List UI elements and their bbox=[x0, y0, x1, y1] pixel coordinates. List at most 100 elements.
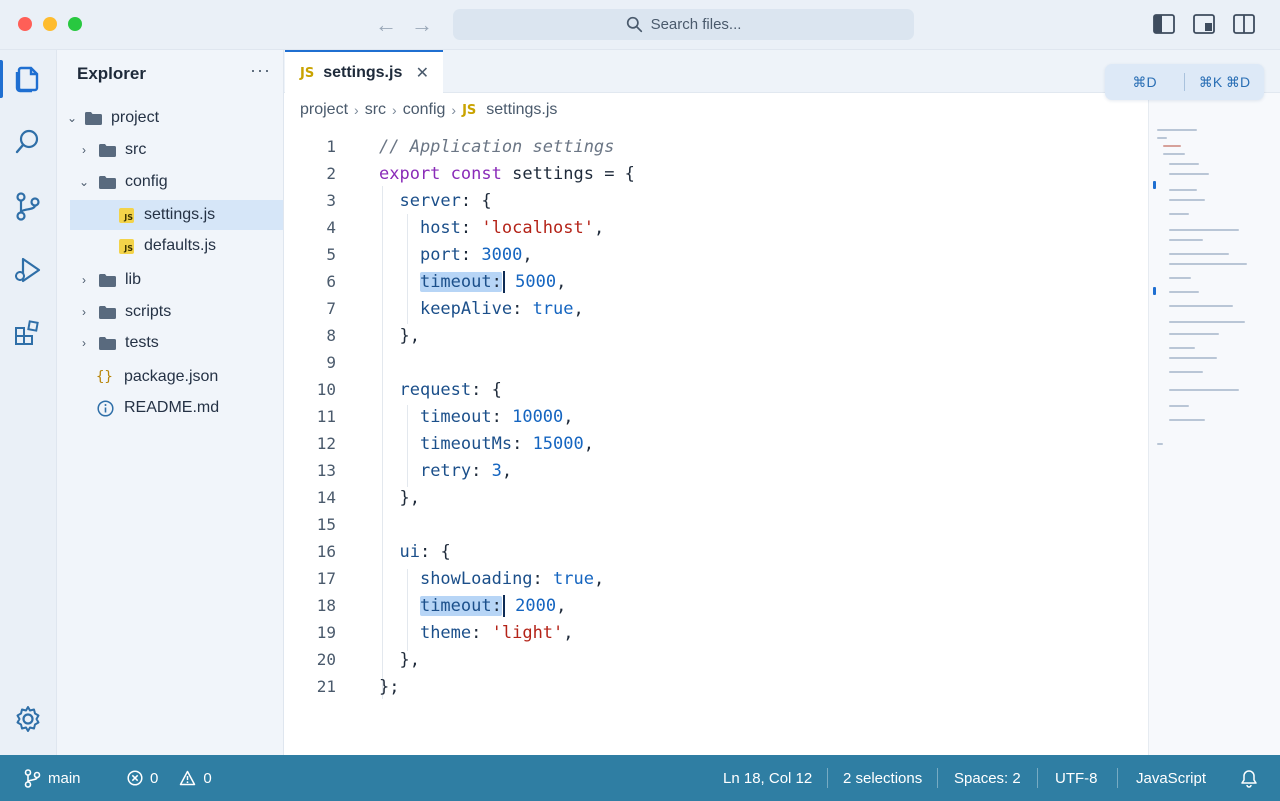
line-number: 14 bbox=[316, 488, 336, 507]
breadcrumb: project › src › config › JS settings.js bbox=[300, 100, 557, 120]
line-number: 6 bbox=[326, 272, 336, 291]
tree-item-label: package.json bbox=[124, 368, 219, 385]
code-line: 15 bbox=[284, 511, 1144, 538]
branch-indicator[interactable]: main bbox=[24, 755, 81, 801]
code-line: 8 }, bbox=[284, 322, 1144, 349]
problems-indicator[interactable]: 0 0 bbox=[127, 755, 212, 801]
code-line: 1// Application settings bbox=[284, 133, 1144, 160]
language-mode[interactable]: JavaScript bbox=[1136, 755, 1206, 801]
line-number: 9 bbox=[326, 353, 336, 372]
toggle-panel-icon[interactable] bbox=[1193, 14, 1215, 34]
run-debug-icon[interactable] bbox=[12, 254, 44, 286]
toggle-sidebar-icon[interactable] bbox=[1153, 14, 1175, 34]
breadcrumb-item[interactable]: config bbox=[403, 101, 446, 119]
minimap-line bbox=[1169, 229, 1239, 231]
code-line: 9 bbox=[284, 349, 1144, 376]
search-files-input[interactable]: Search files... bbox=[453, 9, 914, 40]
minimize-window-button[interactable] bbox=[43, 17, 57, 31]
tree-item-package-json[interactable]: {} package.json bbox=[57, 362, 283, 392]
cursor-position[interactable]: Ln 18, Col 12 bbox=[723, 755, 812, 801]
code-line: 19 theme: 'light', bbox=[284, 619, 1144, 646]
tree-item-readme[interactable]: README.md bbox=[57, 393, 283, 423]
tree-item-scripts[interactable]: › scripts bbox=[57, 297, 283, 327]
code-line: 21}; bbox=[284, 673, 1144, 700]
close-tab-icon[interactable]: ✕ bbox=[416, 63, 429, 83]
minimap-line bbox=[1169, 253, 1229, 255]
minimap-line bbox=[1169, 263, 1247, 265]
editor-area: JS settings.js ✕ ⌘D ⌘K ⌘D project › src … bbox=[284, 50, 1280, 755]
indentation-setting[interactable]: Spaces: 2 bbox=[954, 755, 1021, 801]
tree-item-src[interactable]: › src bbox=[57, 135, 283, 165]
tree-item-config[interactable]: ⌄ config bbox=[57, 167, 283, 197]
tree-item-lib[interactable]: › lib bbox=[57, 265, 283, 295]
notifications-bell-icon[interactable] bbox=[1240, 755, 1258, 801]
code-line: 17 showLoading: true, bbox=[284, 565, 1144, 592]
minimap[interactable] bbox=[1148, 93, 1280, 755]
minimap-line bbox=[1157, 129, 1197, 131]
toggle-secondary-sidebar-icon[interactable] bbox=[1233, 14, 1255, 34]
chevron-right-icon: › bbox=[82, 336, 86, 350]
minimap-line bbox=[1169, 189, 1197, 191]
tree-item-project[interactable]: ⌄ project bbox=[57, 103, 283, 133]
code-line: 20 }, bbox=[284, 646, 1144, 673]
chevron-right-icon: › bbox=[82, 143, 86, 157]
tab-bar: JS settings.js ✕ ⌘D ⌘K ⌘D bbox=[284, 50, 1280, 100]
tree-item-label: lib bbox=[125, 271, 142, 288]
chevron-right-icon: › bbox=[82, 273, 86, 287]
line-number: 20 bbox=[316, 650, 336, 669]
tab-settings-js[interactable]: JS settings.js ✕ bbox=[285, 50, 443, 94]
selection-count[interactable]: 2 selections bbox=[843, 755, 922, 801]
minimap-line bbox=[1157, 443, 1163, 445]
code-line: 3 server: { bbox=[284, 187, 1144, 214]
minimap-line bbox=[1169, 405, 1189, 407]
git-branch-icon bbox=[24, 768, 41, 788]
folder-icon bbox=[85, 111, 102, 125]
breadcrumb-item[interactable]: settings.js bbox=[486, 101, 557, 119]
encoding-setting[interactable]: UTF-8 bbox=[1055, 755, 1098, 801]
tree-item-tests[interactable]: › tests bbox=[57, 328, 283, 358]
bell-icon bbox=[1241, 769, 1257, 788]
tree-item-label: src bbox=[125, 141, 147, 158]
app-window: ← → Search files... Explorer ··· ⌄ proje… bbox=[0, 0, 1280, 801]
breadcrumb-item[interactable]: project bbox=[300, 101, 348, 119]
more-actions-icon[interactable]: ··· bbox=[250, 60, 271, 81]
folder-icon bbox=[99, 336, 116, 350]
tree-item-settings-js[interactable]: JS settings.js bbox=[70, 200, 283, 230]
sidebar-title: Explorer bbox=[77, 64, 146, 83]
tree-item-defaults-js[interactable]: JS defaults.js bbox=[57, 231, 283, 261]
line-number: 21 bbox=[316, 677, 336, 696]
code-line: 7 keepAlive: true, bbox=[284, 295, 1144, 322]
files-icon[interactable] bbox=[12, 62, 44, 94]
line-number: 18 bbox=[316, 596, 336, 615]
arrow-right-icon[interactable]: → bbox=[408, 11, 436, 39]
close-window-button[interactable] bbox=[18, 17, 32, 31]
divider bbox=[1037, 768, 1038, 788]
search-icon[interactable] bbox=[12, 126, 44, 158]
tree-item-label: tests bbox=[125, 334, 159, 351]
minimap-line bbox=[1169, 213, 1189, 215]
breadcrumb-item[interactable]: src bbox=[365, 101, 386, 119]
divider bbox=[827, 768, 828, 788]
arrow-left-icon[interactable]: ← bbox=[372, 11, 400, 39]
settings-gear-icon[interactable] bbox=[12, 703, 44, 735]
line-number: 2 bbox=[326, 164, 336, 183]
search-placeholder: Search files... bbox=[650, 16, 742, 33]
divider bbox=[937, 768, 938, 788]
line-number: 13 bbox=[316, 461, 336, 480]
branch-name: main bbox=[48, 769, 81, 787]
line-number: 3 bbox=[326, 191, 336, 210]
code-line: 2 export const settings = { bbox=[284, 160, 1144, 187]
indentation-label: Spaces: 2 bbox=[954, 769, 1021, 787]
minimap-line bbox=[1169, 357, 1217, 359]
search-icon bbox=[626, 16, 642, 33]
json-file-icon: {} bbox=[96, 369, 113, 385]
extensions-icon[interactable] bbox=[12, 317, 44, 349]
minimap-line bbox=[1169, 321, 1245, 323]
code-line: 11 timeout: 10000, bbox=[284, 403, 1144, 430]
maximize-window-button[interactable] bbox=[68, 17, 82, 31]
source-control-icon[interactable] bbox=[12, 190, 44, 222]
chevron-right-icon: › bbox=[82, 305, 86, 319]
js-file-icon: JS bbox=[300, 65, 315, 81]
warning-count: 0 bbox=[203, 769, 212, 787]
minimap-line bbox=[1169, 277, 1191, 279]
